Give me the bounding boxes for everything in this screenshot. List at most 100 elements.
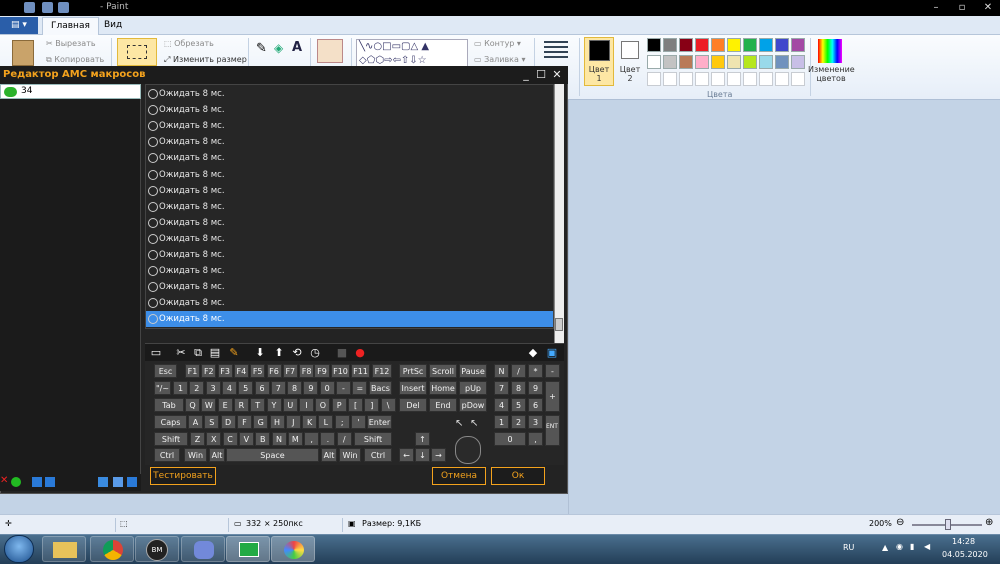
cut-icon[interactable]: ✂	[173, 345, 189, 361]
palette-swatch[interactable]	[695, 38, 709, 52]
key[interactable]: X	[206, 432, 222, 446]
palette-swatch[interactable]	[679, 38, 693, 52]
list-item[interactable]: Ожидать 8 мс.	[146, 199, 553, 215]
key[interactable]: F6	[266, 364, 282, 378]
list-item[interactable]: Ожидать 8 мс.	[146, 311, 553, 328]
key[interactable]: Win	[339, 448, 361, 462]
key[interactable]: 5	[238, 381, 254, 395]
command-list[interactable]: Ожидать 8 мс. Ожидать 8 мс. Ожидать 8 мс. О…	[145, 84, 554, 329]
palette-empty-swatch[interactable]	[791, 72, 805, 86]
list-item[interactable]: Ожидать 8 мс.	[146, 215, 553, 231]
key[interactable]: =	[352, 381, 368, 395]
folder-icon[interactable]	[98, 477, 108, 487]
palette-empty-swatch[interactable]	[711, 72, 725, 86]
palette-swatch[interactable]	[727, 38, 741, 52]
stop-icon[interactable]: ■	[334, 345, 350, 361]
key[interactable]: I	[299, 398, 315, 412]
key[interactable]: ,	[528, 432, 543, 446]
key[interactable]: N	[271, 432, 287, 446]
fill-button[interactable]: ▭ Заливка ▾	[474, 55, 525, 64]
list-item[interactable]: Ожидать 8 мс.	[146, 263, 553, 279]
key[interactable]: F11	[351, 364, 370, 378]
save-icon-small[interactable]: ▣	[544, 345, 560, 361]
key[interactable]: -	[545, 364, 560, 378]
key[interactable]: 8	[511, 381, 526, 395]
palette-swatch[interactable]	[647, 38, 661, 52]
list-item[interactable]: Ожидать 8 мс.	[146, 231, 553, 247]
file-menu-button[interactable]: ▤ ▾	[0, 17, 38, 34]
resize-button[interactable]: ⤢ Изменить размер	[164, 55, 247, 65]
list-item[interactable]: Ожидать 8 мс.	[146, 183, 553, 199]
pencil-icon[interactable]: ✎	[256, 41, 267, 56]
key[interactable]: U	[282, 398, 298, 412]
chrome-taskbar-icon[interactable]	[90, 536, 134, 562]
key[interactable]: 0	[494, 432, 526, 446]
key[interactable]: 5	[511, 398, 526, 412]
key[interactable]: Esc	[154, 364, 177, 378]
export-icon[interactable]	[45, 477, 55, 487]
select-button[interactable]	[117, 38, 157, 66]
macro-item[interactable]: 34	[0, 84, 141, 99]
key[interactable]: 8	[287, 381, 303, 395]
mouse-icon[interactable]	[455, 436, 481, 464]
clock-date[interactable]: 04.05.2020	[942, 550, 988, 559]
key[interactable]: F4	[233, 364, 249, 378]
outline-button[interactable]: ▭ Контур ▾	[474, 39, 521, 48]
key[interactable]: pDow	[459, 398, 487, 412]
save-icon[interactable]	[24, 2, 35, 13]
key[interactable]: 7	[270, 381, 286, 395]
edit-colors-icon[interactable]	[818, 39, 842, 63]
copy-button[interactable]: ⧉ Копировать	[46, 55, 104, 65]
explorer-taskbar-icon[interactable]	[42, 536, 86, 562]
key[interactable]: 1	[173, 381, 188, 395]
key[interactable]: ←	[399, 448, 414, 462]
palette-swatch[interactable]	[759, 38, 773, 52]
list-item[interactable]: Ожидать 8 мс.	[146, 150, 553, 166]
key[interactable]: P	[331, 398, 347, 412]
paste-icon[interactable]	[12, 40, 34, 66]
key[interactable]: Ctrl	[154, 448, 180, 462]
undo-icon[interactable]	[42, 2, 53, 13]
key[interactable]: "/~	[154, 381, 171, 395]
key[interactable]: '	[351, 415, 366, 429]
key[interactable]: /	[336, 432, 352, 446]
list-item[interactable]: Ожидать 8 мс.	[146, 295, 553, 311]
palette-swatch[interactable]	[791, 38, 805, 52]
key[interactable]: Shift	[354, 432, 392, 446]
key[interactable]: [	[348, 398, 363, 412]
move-up-icon[interactable]: ⬆	[271, 345, 287, 361]
key[interactable]: F8	[299, 364, 315, 378]
add-icon[interactable]	[11, 477, 21, 487]
key[interactable]: F10	[331, 364, 350, 378]
key[interactable]: Pause	[459, 364, 487, 378]
key[interactable]: 7	[494, 381, 509, 395]
loop-icon[interactable]: ⟲	[289, 345, 305, 361]
key[interactable]: 3	[205, 381, 221, 395]
key[interactable]: Bacs	[369, 381, 392, 395]
bm-taskbar-icon[interactable]: BM	[135, 536, 179, 562]
delete-icon[interactable]: ✕	[0, 475, 10, 486]
palette-swatch[interactable]	[679, 55, 693, 69]
edit-icon[interactable]: ✎	[226, 345, 242, 361]
palette-swatch[interactable]	[711, 38, 725, 52]
key[interactable]: Caps	[154, 415, 187, 429]
language-indicator[interactable]: RU	[843, 543, 854, 552]
key[interactable]: 0	[319, 381, 335, 395]
maximize-button[interactable]: ▫	[950, 0, 974, 16]
clock-time[interactable]: 14:28	[952, 537, 975, 546]
palette-swatch[interactable]	[695, 55, 709, 69]
key[interactable]: Tab	[154, 398, 184, 412]
key[interactable]: M	[287, 432, 303, 446]
list-item[interactable]: Ожидать 8 мс.	[146, 102, 553, 118]
key[interactable]: F3	[217, 364, 233, 378]
close-button[interactable]: ✕	[976, 0, 1000, 16]
key[interactable]: End	[429, 398, 457, 412]
list-item[interactable]: Ожидать 8 мс.	[146, 247, 553, 263]
list-item[interactable]: Ожидать 8 мс.	[146, 118, 553, 134]
key[interactable]: C	[222, 432, 238, 446]
test-button[interactable]: Тестировать	[150, 467, 216, 485]
size-icon[interactable]	[544, 41, 568, 59]
palette-empty-swatch[interactable]	[727, 72, 741, 86]
amc-taskbar-icon[interactable]	[226, 536, 270, 562]
amc-minimize-button[interactable]: _	[518, 66, 534, 84]
